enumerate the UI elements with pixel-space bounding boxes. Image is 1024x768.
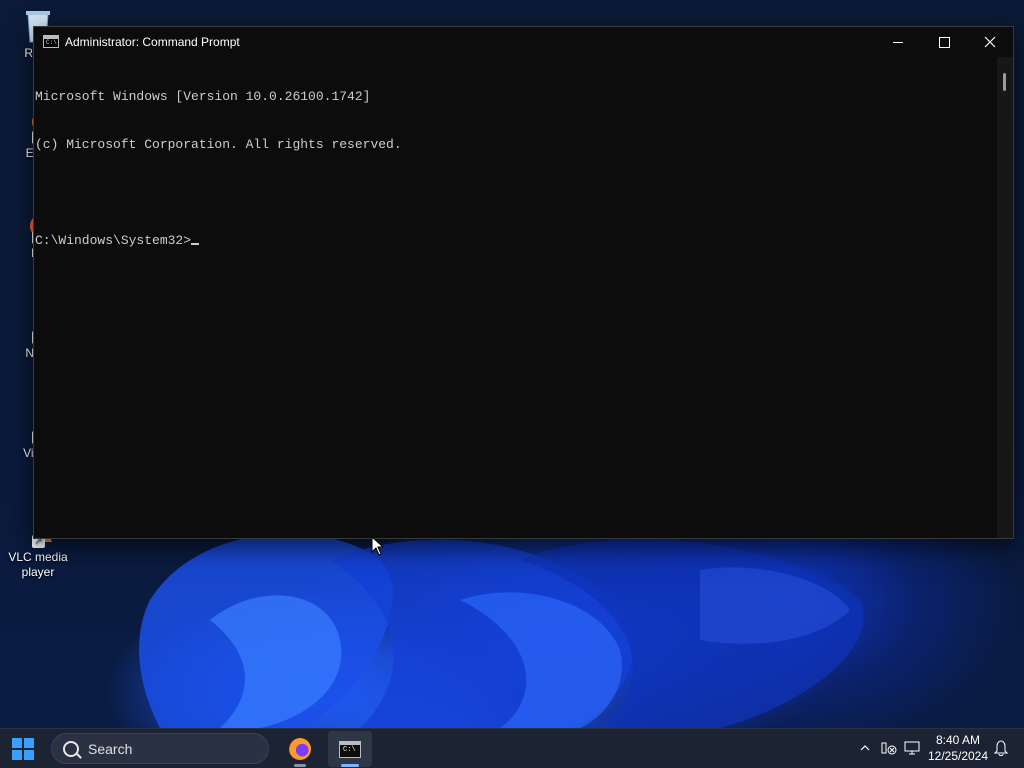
mouse-pointer-icon — [371, 536, 385, 556]
close-icon — [984, 36, 996, 48]
taskbar-clock[interactable]: 8:40 AM 12/25/2024 — [925, 732, 991, 764]
text-cursor — [191, 243, 200, 245]
desktop-icon-label-line2: player — [21, 565, 55, 579]
chevron-up-icon — [860, 745, 870, 751]
scrollbar-thumb[interactable] — [1003, 73, 1006, 91]
taskbar-search-box[interactable]: Search — [51, 733, 269, 764]
clock-date: 12/25/2024 — [927, 749, 989, 763]
cmd-icon: C:\ — [339, 740, 361, 758]
running-indicator — [294, 764, 306, 767]
network-disconnected-icon — [881, 742, 897, 755]
console-line: (c) Microsoft Corporation. All rights re… — [35, 137, 402, 152]
cmd-icon: C:\ — [43, 35, 59, 48]
windows-logo-icon — [12, 738, 34, 760]
taskbar-app-firefox[interactable] — [278, 731, 322, 767]
taskbar-app-command-prompt[interactable]: C:\ — [328, 731, 372, 767]
desktop-icon-label: VLC media — [8, 550, 68, 564]
firefox-icon — [289, 738, 311, 760]
console-line: Microsoft Windows [Version 10.0.26100.17… — [35, 89, 371, 104]
minimize-button[interactable] — [875, 27, 921, 57]
network-status-button[interactable] — [880, 739, 898, 757]
start-button[interactable] — [6, 733, 40, 765]
command-prompt-window[interactable]: C:\ Administrator: Command Prompt Micros… — [33, 26, 1014, 539]
display-settings-button[interactable] — [903, 739, 921, 757]
console-output[interactable]: Microsoft Windows [Version 10.0.26100.17… — [34, 57, 998, 538]
monitor-icon — [904, 741, 920, 755]
close-button[interactable] — [967, 27, 1013, 57]
search-placeholder: Search — [88, 741, 133, 757]
vertical-scrollbar[interactable] — [997, 57, 1013, 538]
console-prompt: C:\Windows\System32> — [35, 233, 192, 248]
notifications-button[interactable] — [992, 739, 1010, 757]
maximize-button[interactable] — [921, 27, 967, 57]
clock-time: 8:40 AM — [935, 733, 981, 747]
console-prompt-line[interactable]: C:\Windows\System32> — [35, 233, 998, 249]
bell-icon — [994, 740, 1008, 756]
active-indicator — [341, 764, 359, 767]
taskbar: Search C:\ 8:40 AM 12/25/2024 — [0, 728, 1024, 768]
maximize-icon — [938, 36, 950, 48]
show-hidden-icons-button[interactable] — [856, 739, 874, 757]
window-title: Administrator: Command Prompt — [65, 35, 240, 49]
search-icon — [63, 741, 79, 757]
minimize-icon — [893, 41, 903, 43]
window-titlebar[interactable]: C:\ Administrator: Command Prompt — [34, 27, 1013, 57]
